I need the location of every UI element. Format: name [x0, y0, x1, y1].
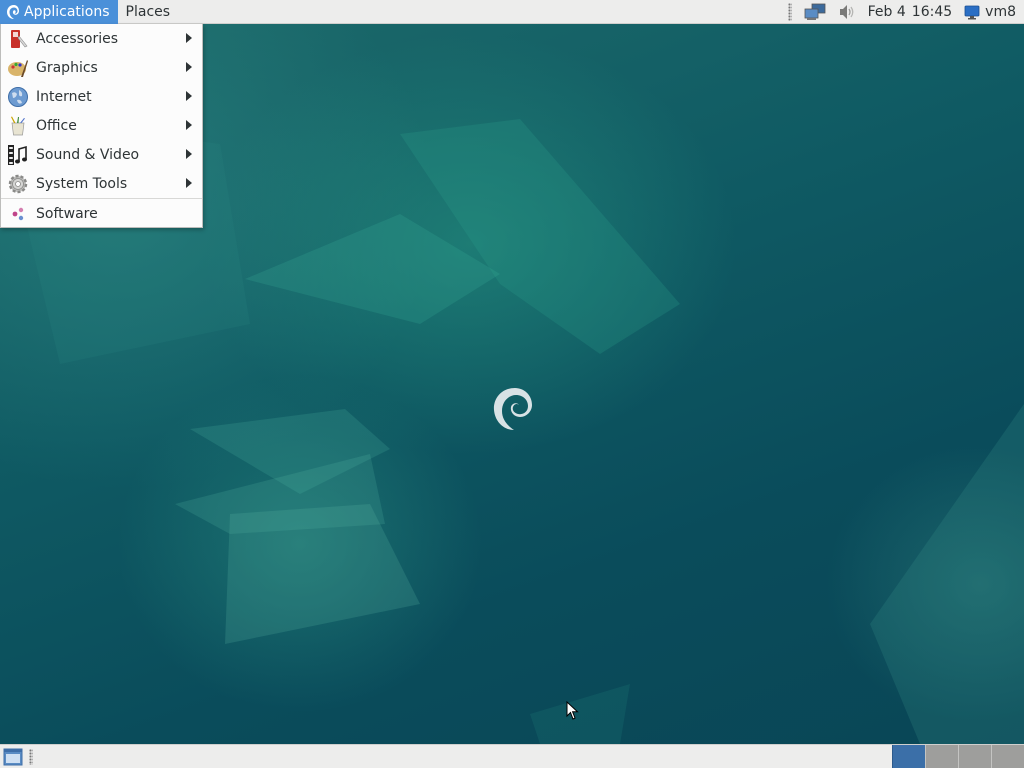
menu-item-label: Graphics — [36, 59, 98, 76]
network-icon[interactable] — [798, 0, 832, 24]
submenu-arrow-icon — [186, 33, 192, 43]
menu-item-internet[interactable]: Internet — [1, 82, 202, 111]
clock-time: 16:45 — [911, 3, 953, 20]
submenu-arrow-icon — [186, 149, 192, 159]
menu-item-system-tools[interactable]: System Tools — [1, 169, 202, 198]
bottom-panel — [0, 744, 1024, 768]
workspace-switcher — [892, 744, 1024, 768]
display-icon — [964, 5, 980, 19]
accessories-icon — [7, 28, 29, 50]
user-menu[interactable]: vm8 — [958, 0, 1024, 24]
workspace-2[interactable] — [925, 744, 958, 768]
office-icon — [7, 115, 29, 137]
clock[interactable]: Feb 4 16:45 — [862, 0, 959, 24]
panel-handle[interactable] — [29, 748, 33, 765]
top-panel: Applications Places Feb 4 16:45 vm8 — [0, 0, 1024, 24]
menu-item-office[interactable]: Office — [1, 111, 202, 140]
menu-item-label: Accessories — [36, 30, 119, 47]
menu-item-label: System Tools — [36, 175, 128, 192]
submenu-arrow-icon — [186, 91, 192, 101]
debian-swirl-logo — [493, 388, 532, 430]
workspace-1[interactable] — [892, 744, 925, 768]
user-name: vm8 — [985, 3, 1016, 20]
workspace-3[interactable] — [958, 744, 991, 768]
gear-icon — [7, 173, 29, 195]
applications-label: Applications — [24, 3, 110, 20]
applications-menu: Accessories Graphics Internet Office Sou… — [0, 24, 203, 228]
applications-menu-button[interactable]: Applications — [0, 0, 118, 24]
volume-icon[interactable] — [832, 0, 862, 24]
graphics-icon — [7, 57, 29, 79]
mouse-pointer — [566, 701, 579, 720]
places-label: Places — [125, 3, 171, 20]
menu-item-accessories[interactable]: Accessories — [1, 24, 202, 53]
submenu-arrow-icon — [186, 62, 192, 72]
menu-item-graphics[interactable]: Graphics — [1, 53, 202, 82]
menu-item-label: Sound & Video — [36, 146, 140, 163]
software-icon — [7, 203, 29, 225]
menu-item-label: Software — [36, 205, 98, 222]
internet-globe-icon — [7, 86, 29, 108]
tray-handle[interactable] — [787, 2, 792, 21]
places-menu-button[interactable]: Places — [118, 0, 179, 24]
system-tray: Feb 4 16:45 vm8 — [787, 0, 1024, 24]
submenu-arrow-icon — [186, 120, 192, 130]
debian-logo-icon — [7, 4, 19, 19]
show-desktop-icon[interactable] — [3, 748, 23, 766]
menu-item-sound-video[interactable]: Sound & Video — [1, 140, 202, 169]
film-strip-icon — [7, 144, 29, 166]
menu-item-label: Internet — [36, 88, 92, 105]
menu-item-label: Office — [36, 117, 77, 134]
submenu-arrow-icon — [186, 178, 192, 188]
workspace-4[interactable] — [991, 744, 1024, 768]
menu-item-software[interactable]: Software — [1, 199, 202, 228]
clock-date: Feb 4 — [867, 3, 906, 20]
